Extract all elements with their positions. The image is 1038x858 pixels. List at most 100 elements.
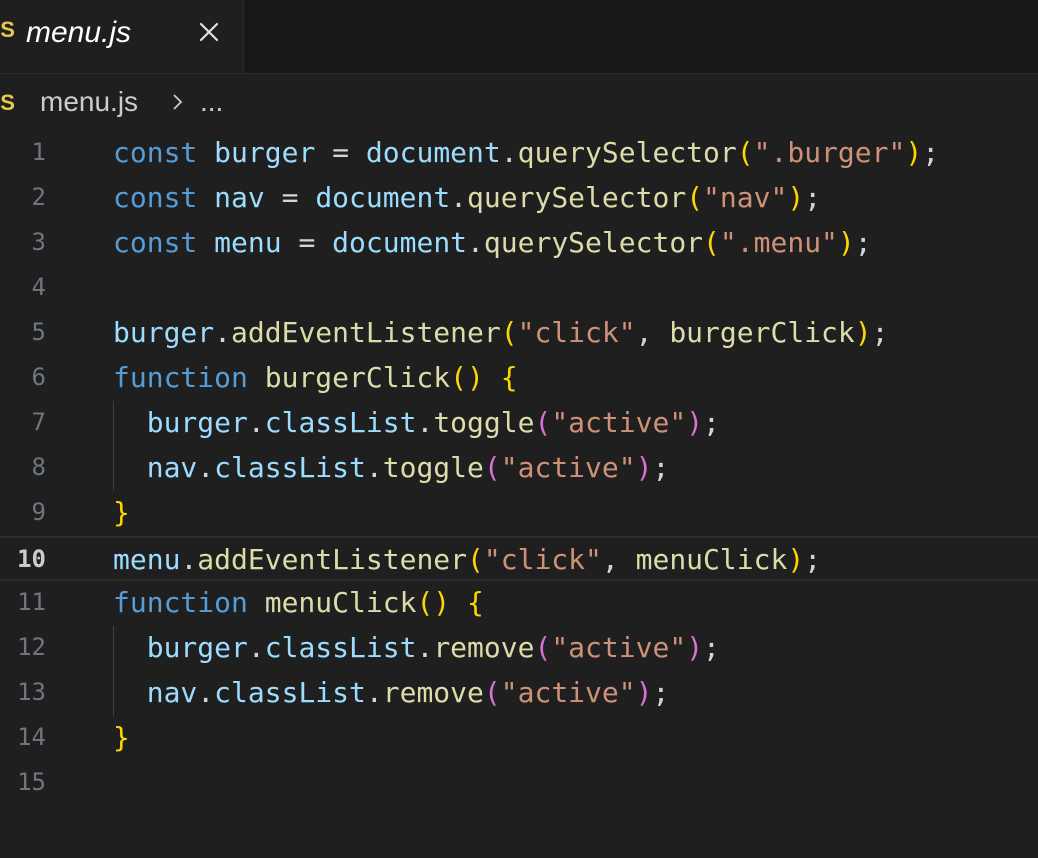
code-token: (	[483, 451, 501, 484]
breadcrumb: JS menu.js ...	[0, 84, 1038, 124]
code-token: classList	[214, 676, 366, 709]
code-token: document	[332, 226, 468, 259]
code-token: nav	[146, 676, 198, 709]
code-token: .	[197, 676, 215, 709]
tab-menu-js[interactable]: JS menu.js	[0, 0, 244, 73]
code-line[interactable]: 2 const nav = document.querySelector("nav…	[0, 176, 1038, 221]
tab-bar: JS menu.js	[0, 0, 1038, 74]
code-text[interactable]: burger.classList.toggle("active");	[113, 406, 720, 439]
code-token: .	[365, 451, 383, 484]
code-token: nav	[146, 451, 198, 484]
code-token: ;	[854, 226, 872, 259]
code-text[interactable]: function burgerClick() {	[113, 361, 518, 394]
code-token: {	[500, 361, 518, 394]
code-line[interactable]: 7 burger.classList.toggle("active");	[0, 401, 1038, 446]
line-number: 4	[31, 273, 46, 301]
close-icon[interactable]	[194, 17, 224, 47]
code-token: menuClick	[635, 543, 788, 576]
breadcrumb-file[interactable]: menu.js	[40, 86, 138, 118]
code-line[interactable]: 13 nav.classList.remove("active");	[0, 671, 1038, 716]
code-token: .	[450, 181, 468, 214]
code-line[interactable]: 14}	[0, 716, 1038, 761]
code-text[interactable]: burger.addEventListener("click", burgerC…	[113, 316, 888, 349]
code-token: )	[905, 136, 923, 169]
code-token: querySelector	[483, 226, 704, 259]
code-text[interactable]: }	[113, 721, 130, 754]
code-text[interactable]: function menuClick() {	[113, 586, 484, 619]
code-token: .	[416, 631, 434, 664]
code-token: .	[467, 226, 484, 259]
code-token: burger	[214, 136, 316, 169]
code-token: )	[854, 316, 872, 349]
code-token: const	[113, 181, 198, 214]
code-token: toggle	[433, 406, 535, 439]
code-text[interactable]: const nav = document.querySelector("nav"…	[113, 181, 821, 214]
code-token: burger	[113, 316, 215, 349]
code-token: ,	[601, 543, 636, 576]
code-token: (	[686, 181, 704, 214]
code-text[interactable]: menu.addEventListener("click", menuClick…	[113, 543, 821, 576]
code-text[interactable]: const menu = document.querySelector(".me…	[113, 226, 872, 259]
code-token: remove	[382, 676, 484, 709]
code-token: }	[113, 496, 130, 529]
code-token: ".menu"	[719, 226, 838, 259]
code-text[interactable]: burger.classList.remove("active");	[113, 631, 720, 664]
code-token: burgerClick	[264, 361, 451, 394]
code-line[interactable]: 6 function burgerClick() {	[0, 356, 1038, 401]
code-token: querySelector	[517, 136, 737, 169]
code-token: ;	[804, 543, 822, 576]
code-line[interactable]: 10 menu.addEventListener("click", menuCli…	[0, 536, 1038, 581]
code-token: ;	[652, 676, 670, 709]
code-editor[interactable]: 1 const burger = document.querySelector("…	[0, 131, 1038, 858]
line-number: 9	[31, 498, 46, 526]
code-token: ;	[703, 406, 720, 439]
code-token: ;	[922, 136, 940, 169]
breadcrumb-symbols[interactable]: ...	[200, 86, 223, 118]
code-line[interactable]: 8 nav.classList.toggle("active");	[0, 446, 1038, 491]
code-token: nav	[214, 181, 265, 214]
code-line[interactable]: 12 burger.classList.remove("active");	[0, 626, 1038, 671]
code-token: }	[113, 721, 130, 754]
code-token: const	[113, 136, 198, 169]
code-token: burgerClick	[669, 316, 855, 349]
code-token: addEventListener	[231, 316, 501, 349]
code-token: )	[837, 226, 855, 259]
code-text[interactable]: }	[113, 496, 130, 529]
tab-title[interactable]: menu.js	[26, 16, 131, 50]
code-text[interactable]: nav.classList.toggle("active");	[113, 451, 670, 484]
javascript-file-icon: JS	[0, 90, 15, 115]
code-token: "nav"	[703, 181, 788, 214]
code-token: (	[534, 406, 552, 439]
code-token: burger	[146, 406, 248, 439]
code-token: ;	[652, 451, 670, 484]
code-token: toggle	[382, 451, 484, 484]
code-token: .	[365, 676, 383, 709]
code-text[interactable]: nav.classList.remove("active");	[113, 676, 670, 709]
code-token: )	[635, 451, 653, 484]
code-line[interactable]: 1 const burger = document.querySelector("…	[0, 131, 1038, 176]
line-number: 14	[17, 723, 46, 751]
line-number: 5	[31, 318, 46, 346]
code-text[interactable]: const burger = document.querySelector(".…	[113, 136, 939, 169]
code-line[interactable]: 3 const menu = document.querySelector(".m…	[0, 221, 1038, 266]
code-line[interactable]: 5 burger.addEventListener("click", burger…	[0, 311, 1038, 356]
code-line[interactable]: 15	[0, 761, 1038, 806]
code-line[interactable]: 11 function menuClick() {	[0, 581, 1038, 626]
code-token: classList	[214, 451, 366, 484]
code-line[interactable]: 4	[0, 266, 1038, 311]
code-token: .	[416, 406, 434, 439]
line-number: 11	[17, 588, 46, 616]
code-token: remove	[433, 631, 535, 664]
code-token: addEventListener	[197, 543, 468, 576]
line-number: 10	[17, 545, 46, 573]
code-token: )	[686, 631, 704, 664]
line-number: 2	[31, 183, 46, 211]
code-line[interactable]: 9}	[0, 491, 1038, 536]
code-token: function	[113, 586, 248, 619]
